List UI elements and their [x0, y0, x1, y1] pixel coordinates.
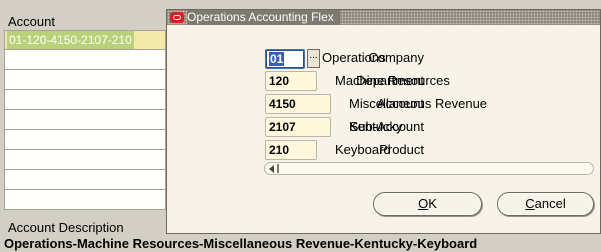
account-description: Miscellaneous Revenue: [349, 96, 488, 111]
department-field[interactable]: 120: [265, 71, 317, 91]
cancel-label-rest: ancel: [534, 196, 566, 211]
sub-account-field[interactable]: 2107: [265, 117, 331, 137]
account-description-label: Account Description: [8, 220, 124, 235]
company-value: 01: [269, 52, 285, 66]
account-description-value: Operations-Machine Resources-Miscellaneo…: [4, 236, 478, 251]
scroll-left-arrow-icon[interactable]: [269, 165, 274, 173]
account-row[interactable]: [4, 110, 166, 130]
company-field[interactable]: 01: [265, 49, 305, 69]
account-row[interactable]: [4, 170, 166, 190]
account-row[interactable]: [4, 130, 166, 150]
ok-button[interactable]: OK: [373, 192, 482, 216]
account-row[interactable]: 01-120-4150-2107-210: [4, 30, 166, 50]
account-column-header: Account: [8, 14, 55, 29]
account-row[interactable]: [4, 70, 166, 90]
ok-label-rest: K: [428, 196, 437, 211]
dialog-titlebar[interactable]: Operations Accounting Flex: [167, 10, 600, 25]
account-row[interactable]: [4, 90, 166, 110]
dialog-title: Operations Accounting Flex: [187, 10, 340, 25]
list-of-values-button[interactable]: ...: [307, 49, 320, 68]
horizontal-scrollbar[interactable]: [264, 162, 594, 175]
cancel-button[interactable]: Cancel: [497, 192, 594, 216]
accounting-flex-dialog: Operations Accounting Flex Company 01 ..…: [166, 9, 601, 234]
account-row[interactable]: [4, 150, 166, 170]
product-description: Keyboard: [335, 142, 391, 157]
account-list: 01-120-4150-2107-210: [4, 30, 166, 210]
oracle-logo-icon: [170, 12, 184, 23]
account-row[interactable]: [4, 50, 166, 70]
account-field[interactable]: 4150: [265, 94, 331, 114]
scrollbar-thumb[interactable]: [277, 164, 279, 173]
product-field[interactable]: 210: [265, 140, 317, 160]
company-description: Operations: [322, 50, 386, 65]
cancel-mnemonic: C: [525, 196, 535, 211]
account-row[interactable]: [4, 190, 166, 210]
ok-mnemonic: O: [418, 196, 429, 211]
sub-account-description: Kentucky: [349, 119, 403, 134]
account-row-value: 01-120-4150-2107-210: [7, 31, 134, 49]
department-description: Machine Resources: [335, 73, 450, 88]
